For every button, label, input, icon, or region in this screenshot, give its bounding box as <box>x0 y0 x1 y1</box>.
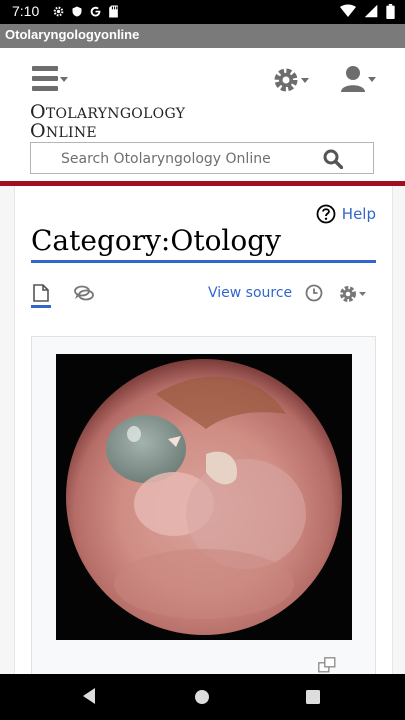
magnify-icon <box>318 657 336 673</box>
search-box <box>30 142 374 175</box>
back-button[interactable] <box>80 687 98 709</box>
battery-icon <box>386 4 395 19</box>
logo-line-1: OTOLARYNGOLOGY <box>30 101 186 123</box>
menu-icon <box>32 66 68 91</box>
tab-talk[interactable] <box>73 284 95 306</box>
tab-page-underline <box>31 305 51 308</box>
gear-icon <box>274 68 309 92</box>
wifi-icon <box>340 4 356 17</box>
main-content: Help Category:Otology View source <box>0 186 405 681</box>
google-notification-icon <box>90 6 101 17</box>
signal-icon <box>364 4 378 18</box>
title-underline <box>31 260 376 263</box>
shield-notification-icon <box>72 6 82 17</box>
system-navigation-bar <box>0 674 405 720</box>
help-label: Help <box>341 205 376 223</box>
history-icon <box>305 284 323 302</box>
content-panel: Help Category:Otology View source <box>14 186 393 681</box>
home-button[interactable] <box>193 688 211 710</box>
search-icon <box>323 149 344 170</box>
page-actions-menu-button[interactable] <box>339 284 369 308</box>
search-input[interactable] <box>31 143 353 175</box>
user-menu-button[interactable] <box>338 64 378 96</box>
system-icons <box>340 4 395 19</box>
site-logo[interactable]: OTOLARYNGOLOGY ONLINE <box>30 101 186 142</box>
site-header: OTOLARYNGOLOGY ONLINE <box>0 48 405 184</box>
back-icon <box>83 688 95 704</box>
settings-notification-icon <box>53 6 64 17</box>
notification-icons <box>52 5 119 18</box>
gear-icon <box>340 286 366 302</box>
help-icon <box>316 204 336 224</box>
otoscopy-image[interactable] <box>56 354 352 640</box>
logo-line-2: ONLINE <box>30 120 97 142</box>
status-time: 7:10 <box>12 3 40 19</box>
app-title: Otolaryngologyonline <box>5 27 140 42</box>
talk-icon <box>74 285 94 301</box>
eardrum-photo <box>56 354 352 640</box>
main-menu-button[interactable] <box>32 66 70 94</box>
app-title-bar: Otolaryngologyonline <box>0 24 405 48</box>
status-bar: 7:10 <box>0 0 405 24</box>
recent-apps-button[interactable] <box>305 689 321 709</box>
sd-card-notification-icon <box>109 5 118 18</box>
tab-page[interactable] <box>31 282 51 308</box>
page-title: Category:Otology <box>31 224 281 257</box>
home-icon <box>195 690 209 704</box>
search-button[interactable] <box>323 149 344 173</box>
recent-apps-icon <box>306 690 320 704</box>
settings-menu-button[interactable] <box>272 65 312 95</box>
view-source-link[interactable]: View source <box>208 285 292 301</box>
page-icon <box>33 284 49 302</box>
help-link[interactable]: Help <box>316 204 376 224</box>
page-actions: View source <box>31 282 376 308</box>
user-icon <box>341 66 376 92</box>
category-thumbnail <box>31 336 376 681</box>
history-button[interactable] <box>305 284 323 306</box>
